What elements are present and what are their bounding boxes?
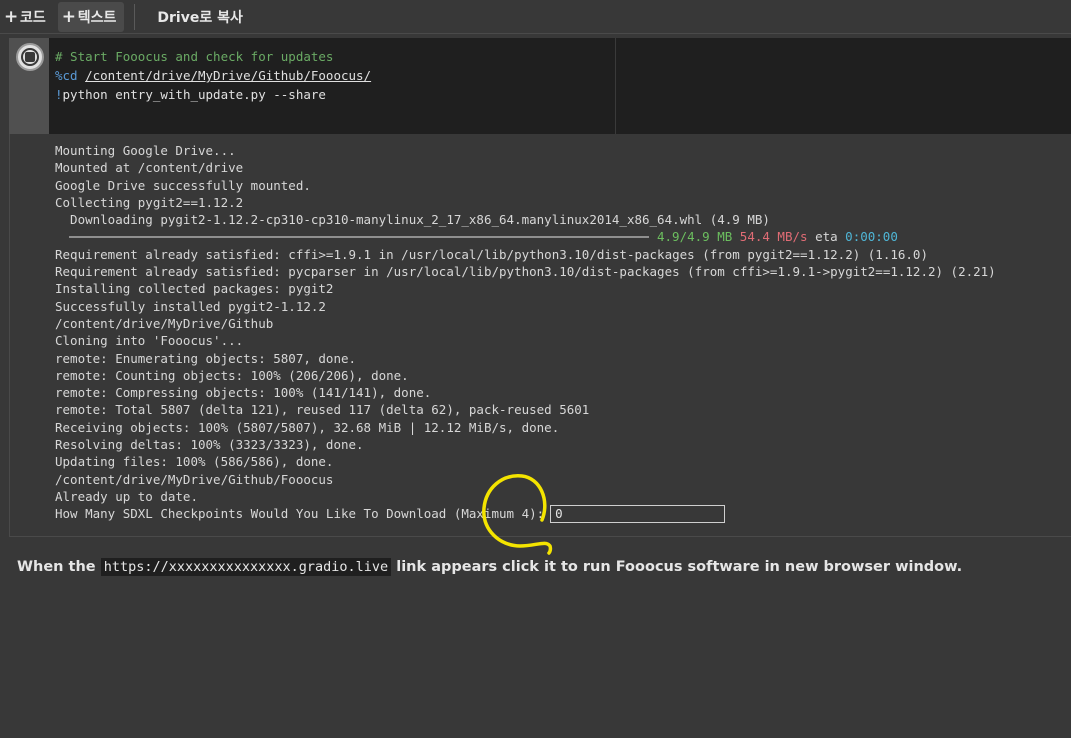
progress-done: 4.9/4.9 MB <box>657 229 733 245</box>
output-line: Updating files: 100% (586/586), done. <box>55 454 334 470</box>
download-progress: 4.9/4.9 MB 54.4 MB/s eta 0:00:00 <box>55 228 1071 245</box>
progress-eta-label: eta <box>815 229 838 245</box>
output-line: Receiving objects: 100% (5807/5807), 32.… <box>55 419 560 435</box>
toolbar-divider <box>134 3 136 30</box>
output-line: Cloning into 'Fooocus'... <box>55 333 244 349</box>
add-text-button[interactable]: + 텍스트 <box>57 1 125 32</box>
stop-execution-button[interactable] <box>16 43 44 71</box>
code-editor[interactable]: # Start Fooocus and check for updates %c… <box>49 38 1071 134</box>
output-line: Already up to date. <box>55 488 198 504</box>
output-line: /content/drive/MyDrive/Github/Fooocus <box>55 471 334 487</box>
copy-to-drive-button[interactable]: Drive로 복사 <box>147 2 250 32</box>
cell-gutter <box>9 38 49 134</box>
gradio-link-code: https://xxxxxxxxxxxxxxx.gradio.live <box>100 558 392 576</box>
code-cd-path[interactable]: /content/drive/MyDrive/Github/Fooocus/ <box>85 68 371 83</box>
progress-bar <box>69 236 649 239</box>
editor-ruler <box>615 38 616 134</box>
text-cell: When the https://xxxxxxxxxxxxxxx.gradio.… <box>17 558 963 576</box>
checkpoints-input[interactable] <box>550 504 726 523</box>
code-comment: # Start Fooocus and check for updates <box>55 49 334 64</box>
stop-icon <box>21 48 39 66</box>
output-line: Installing collected packages: pygit2 <box>55 281 334 297</box>
code-command: python entry_with_update.py --share <box>62 87 326 102</box>
plus-icon: + <box>61 6 77 27</box>
notebook-toolbar: + 코드 + 텍스트 Drive로 복사 <box>0 0 1071 34</box>
output-line: Mounted at /content/drive <box>55 160 244 176</box>
output-line: Requirement already satisfied: pycparser… <box>55 264 996 280</box>
output-lines-before: Mounting Google Drive... Mounted at /cont… <box>55 142 1071 228</box>
output-line: remote: Enumerating objects: 5807, done. <box>55 350 357 366</box>
plus-icon: + <box>4 6 19 27</box>
output-line: Downloading pygit2-1.12.2-cp310-cp310-ma… <box>55 212 770 228</box>
input-prompt-text: How Many SDXL Checkpoints Would You Like… <box>55 506 545 522</box>
output-line: Successfully installed pygit2-1.12.2 <box>55 298 326 314</box>
output-line: remote: Total 5807 (delta 121), reused 1… <box>55 402 590 418</box>
code-bang: ! <box>55 87 63 102</box>
highlight-annotation <box>482 474 553 555</box>
text-after: link appears click it to run Fooocus sof… <box>396 559 963 575</box>
output-line: Google Drive successfully mounted. <box>55 177 311 193</box>
copy-to-drive-label: Drive로 복사 <box>157 9 243 26</box>
text-before: When the <box>17 559 96 575</box>
output-line: remote: Counting objects: 100% (206/206)… <box>55 367 409 383</box>
code-cell: # Start Fooocus and check for updates %c… <box>9 38 1071 538</box>
input-prompt-row: How Many SDXL Checkpoints Would You Like… <box>55 504 1071 523</box>
output-line: Collecting pygit2==1.12.2 <box>55 194 244 210</box>
output-line: remote: Compressing objects: 100% (141/1… <box>55 385 432 401</box>
output-line: Mounting Google Drive... <box>55 143 236 158</box>
output-line: /content/drive/MyDrive/Github <box>55 315 274 331</box>
add-code-button[interactable]: + 코드 <box>0 2 54 32</box>
add-code-label: 코드 <box>20 9 46 26</box>
progress-eta-value: 0:00:00 <box>845 229 898 245</box>
progress-speed: 54.4 MB/s <box>739 229 808 245</box>
code-magic: %cd <box>55 68 78 83</box>
output-line: Resolving deltas: 100% (3323/3323), done… <box>55 437 364 453</box>
output-line: Requirement already satisfied: cffi>=1.9… <box>55 246 928 262</box>
add-text-label: 텍스트 <box>77 9 117 26</box>
output-lines-after: Requirement already satisfied: cffi>=1.9… <box>55 246 1071 505</box>
